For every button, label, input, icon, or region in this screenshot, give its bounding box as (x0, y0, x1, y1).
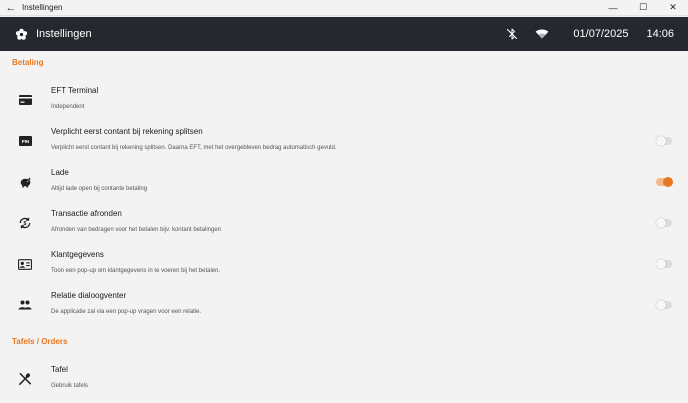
settings-flower-icon (14, 27, 28, 41)
contact-card-icon (17, 257, 33, 271)
toggle-knob (656, 300, 666, 310)
setting-description: Afronden van bedragen voor het betalen b… (51, 227, 222, 233)
section-title-betaling: Betaling (12, 58, 44, 67)
minimize-button[interactable]: — (598, 0, 628, 16)
setting-title: Lade (51, 168, 69, 177)
back-arrow-icon[interactable]: ← (0, 0, 22, 16)
relatie-dialoogventer-toggle[interactable] (656, 300, 672, 310)
setting-description: Gebruik tafels (51, 383, 89, 389)
lade-toggle[interactable] (656, 177, 673, 187)
transactie-afronden-toggle[interactable] (656, 218, 672, 228)
svg-text:$: $ (24, 221, 27, 227)
toggle-knob (656, 218, 666, 228)
page-title: Instellingen (36, 28, 92, 40)
setting-tafel[interactable]: Tafel Gebruik tafels (0, 361, 688, 401)
setting-title: Tafel (51, 365, 68, 374)
setting-title: Verplicht eerst contant bij rekening spl… (51, 127, 203, 136)
credit-card-icon (17, 93, 33, 107)
setting-eft-terminal[interactable]: EFT Terminal Independent (0, 82, 688, 122)
toggle-knob (656, 259, 666, 269)
date-display: 01/07/2025 (573, 28, 629, 40)
currency-exchange-icon: $ (17, 216, 33, 230)
setting-transactie-afronden[interactable]: $ Transactie afronden Afronden van bedra… (0, 205, 688, 245)
setting-description: Verplicht eerst contant bij rekening spl… (51, 145, 337, 151)
cutlery-icon (17, 372, 33, 386)
svg-text:PIN: PIN (21, 139, 29, 144)
settings-list: Betaling EFT Terminal Independent PIN Ve… (0, 51, 688, 403)
cash-first-split-toggle[interactable] (656, 136, 672, 146)
toggle-knob (656, 136, 666, 146)
setting-title: Klantgegevens (51, 250, 104, 259)
pin-icon: PIN (17, 134, 33, 148)
section-title-tafels-orders: Tafels / Orders (12, 337, 68, 346)
setting-description: Independent (51, 104, 85, 110)
window-titlebar: ← Instellingen — ☐ ✕ (0, 0, 688, 16)
setting-lade[interactable]: Lade Altijd lade open bij contante betal… (0, 164, 688, 204)
close-button[interactable]: ✕ (658, 0, 688, 16)
setting-description: De applicatie zal via een pop-up vragen … (51, 309, 202, 315)
setting-title: Transactie afronden (51, 209, 122, 218)
setting-title: EFT Terminal (51, 86, 99, 95)
people-icon (17, 298, 33, 312)
setting-cash-first-split[interactable]: PIN Verplicht eerst contant bij rekening… (0, 123, 688, 163)
setting-relatie-dialoogventer[interactable]: Relatie dialoogventer De applicatie zal … (0, 287, 688, 327)
setting-description: Altijd lade open bij contante betaling (51, 186, 148, 192)
klantgegevens-toggle[interactable] (656, 259, 672, 269)
maximize-button[interactable]: ☐ (628, 0, 658, 16)
setting-description: Toon een pop-up om klantgegevens in te v… (51, 268, 221, 274)
window-title: Instellingen (22, 3, 63, 12)
wifi-icon[interactable] (535, 27, 549, 41)
time-display: 14:06 (646, 28, 674, 40)
piggy-bank-icon (17, 175, 33, 189)
app-header: Instellingen 01/07/2025 14:06 (0, 17, 688, 51)
setting-title: Relatie dialoogventer (51, 291, 127, 300)
window-controls: — ☐ ✕ (598, 0, 688, 16)
bluetooth-off-icon[interactable] (505, 27, 519, 41)
setting-klantgegevens[interactable]: Klantgegevens Toon een pop-up om klantge… (0, 246, 688, 286)
toggle-knob (663, 177, 673, 187)
